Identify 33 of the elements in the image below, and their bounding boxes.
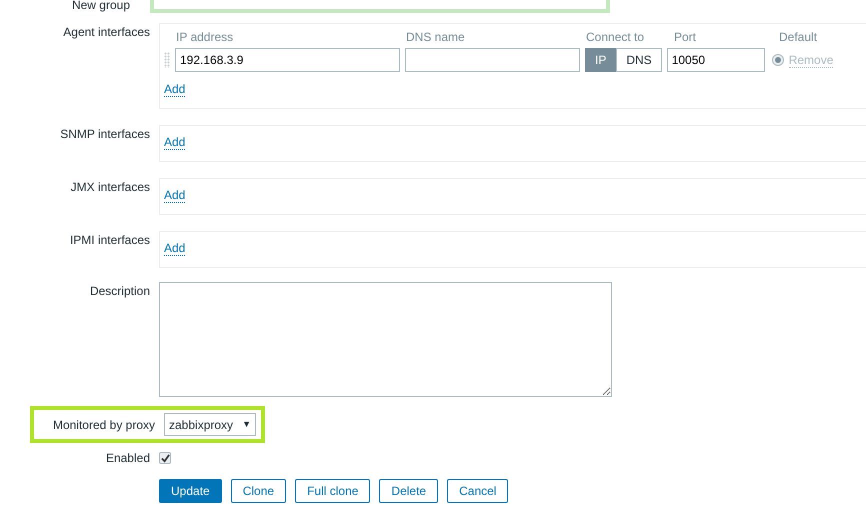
proxy-select[interactable]: zabbixproxy ▼ <box>164 413 256 436</box>
default-radio[interactable] <box>772 54 784 66</box>
column-header: Connect to <box>586 29 646 46</box>
column-header: Default <box>779 29 818 46</box>
add-link[interactable]: Add <box>164 82 186 97</box>
form-button[interactable]: Cancel <box>447 479 508 503</box>
field-label: SNMP interfaces <box>60 127 150 141</box>
field-label: Agent interfaces <box>63 25 150 39</box>
connect-toggle[interactable]: DNS <box>616 48 662 72</box>
field-label: Description <box>90 284 150 298</box>
field-label: Enabled <box>106 451 150 465</box>
field-label: Monitored by proxy <box>52 416 155 434</box>
ip-input-field[interactable]: 192.168.3.9 <box>175 48 400 72</box>
column-header: DNS name <box>406 29 466 46</box>
form-button[interactable]: Clone <box>230 479 286 503</box>
column-header: IP address <box>176 29 234 46</box>
form-button[interactable]: Delete <box>379 479 438 503</box>
field-label: IPMI interfaces <box>70 233 150 247</box>
enabled-checkbox[interactable] <box>159 452 171 464</box>
connect-toggle[interactable]: IP <box>585 48 616 72</box>
column-header: Port <box>674 29 698 46</box>
field-label: JMX interfaces <box>70 180 150 194</box>
add-link[interactable]: Add <box>164 188 186 203</box>
add-link[interactable]: Add <box>164 241 186 256</box>
form-button[interactable]: Update <box>159 479 222 503</box>
drag-handle-icon[interactable] <box>164 52 170 68</box>
field-label: New group <box>72 0 130 12</box>
port-input-field[interactable]: 10050 <box>666 48 765 72</box>
group-input-field[interactable] <box>150 0 610 13</box>
dns-input-field[interactable] <box>405 48 580 72</box>
form-button[interactable]: Full clone <box>295 479 370 503</box>
description-textarea[interactable] <box>159 282 612 397</box>
add-link[interactable]: Add <box>164 135 186 150</box>
